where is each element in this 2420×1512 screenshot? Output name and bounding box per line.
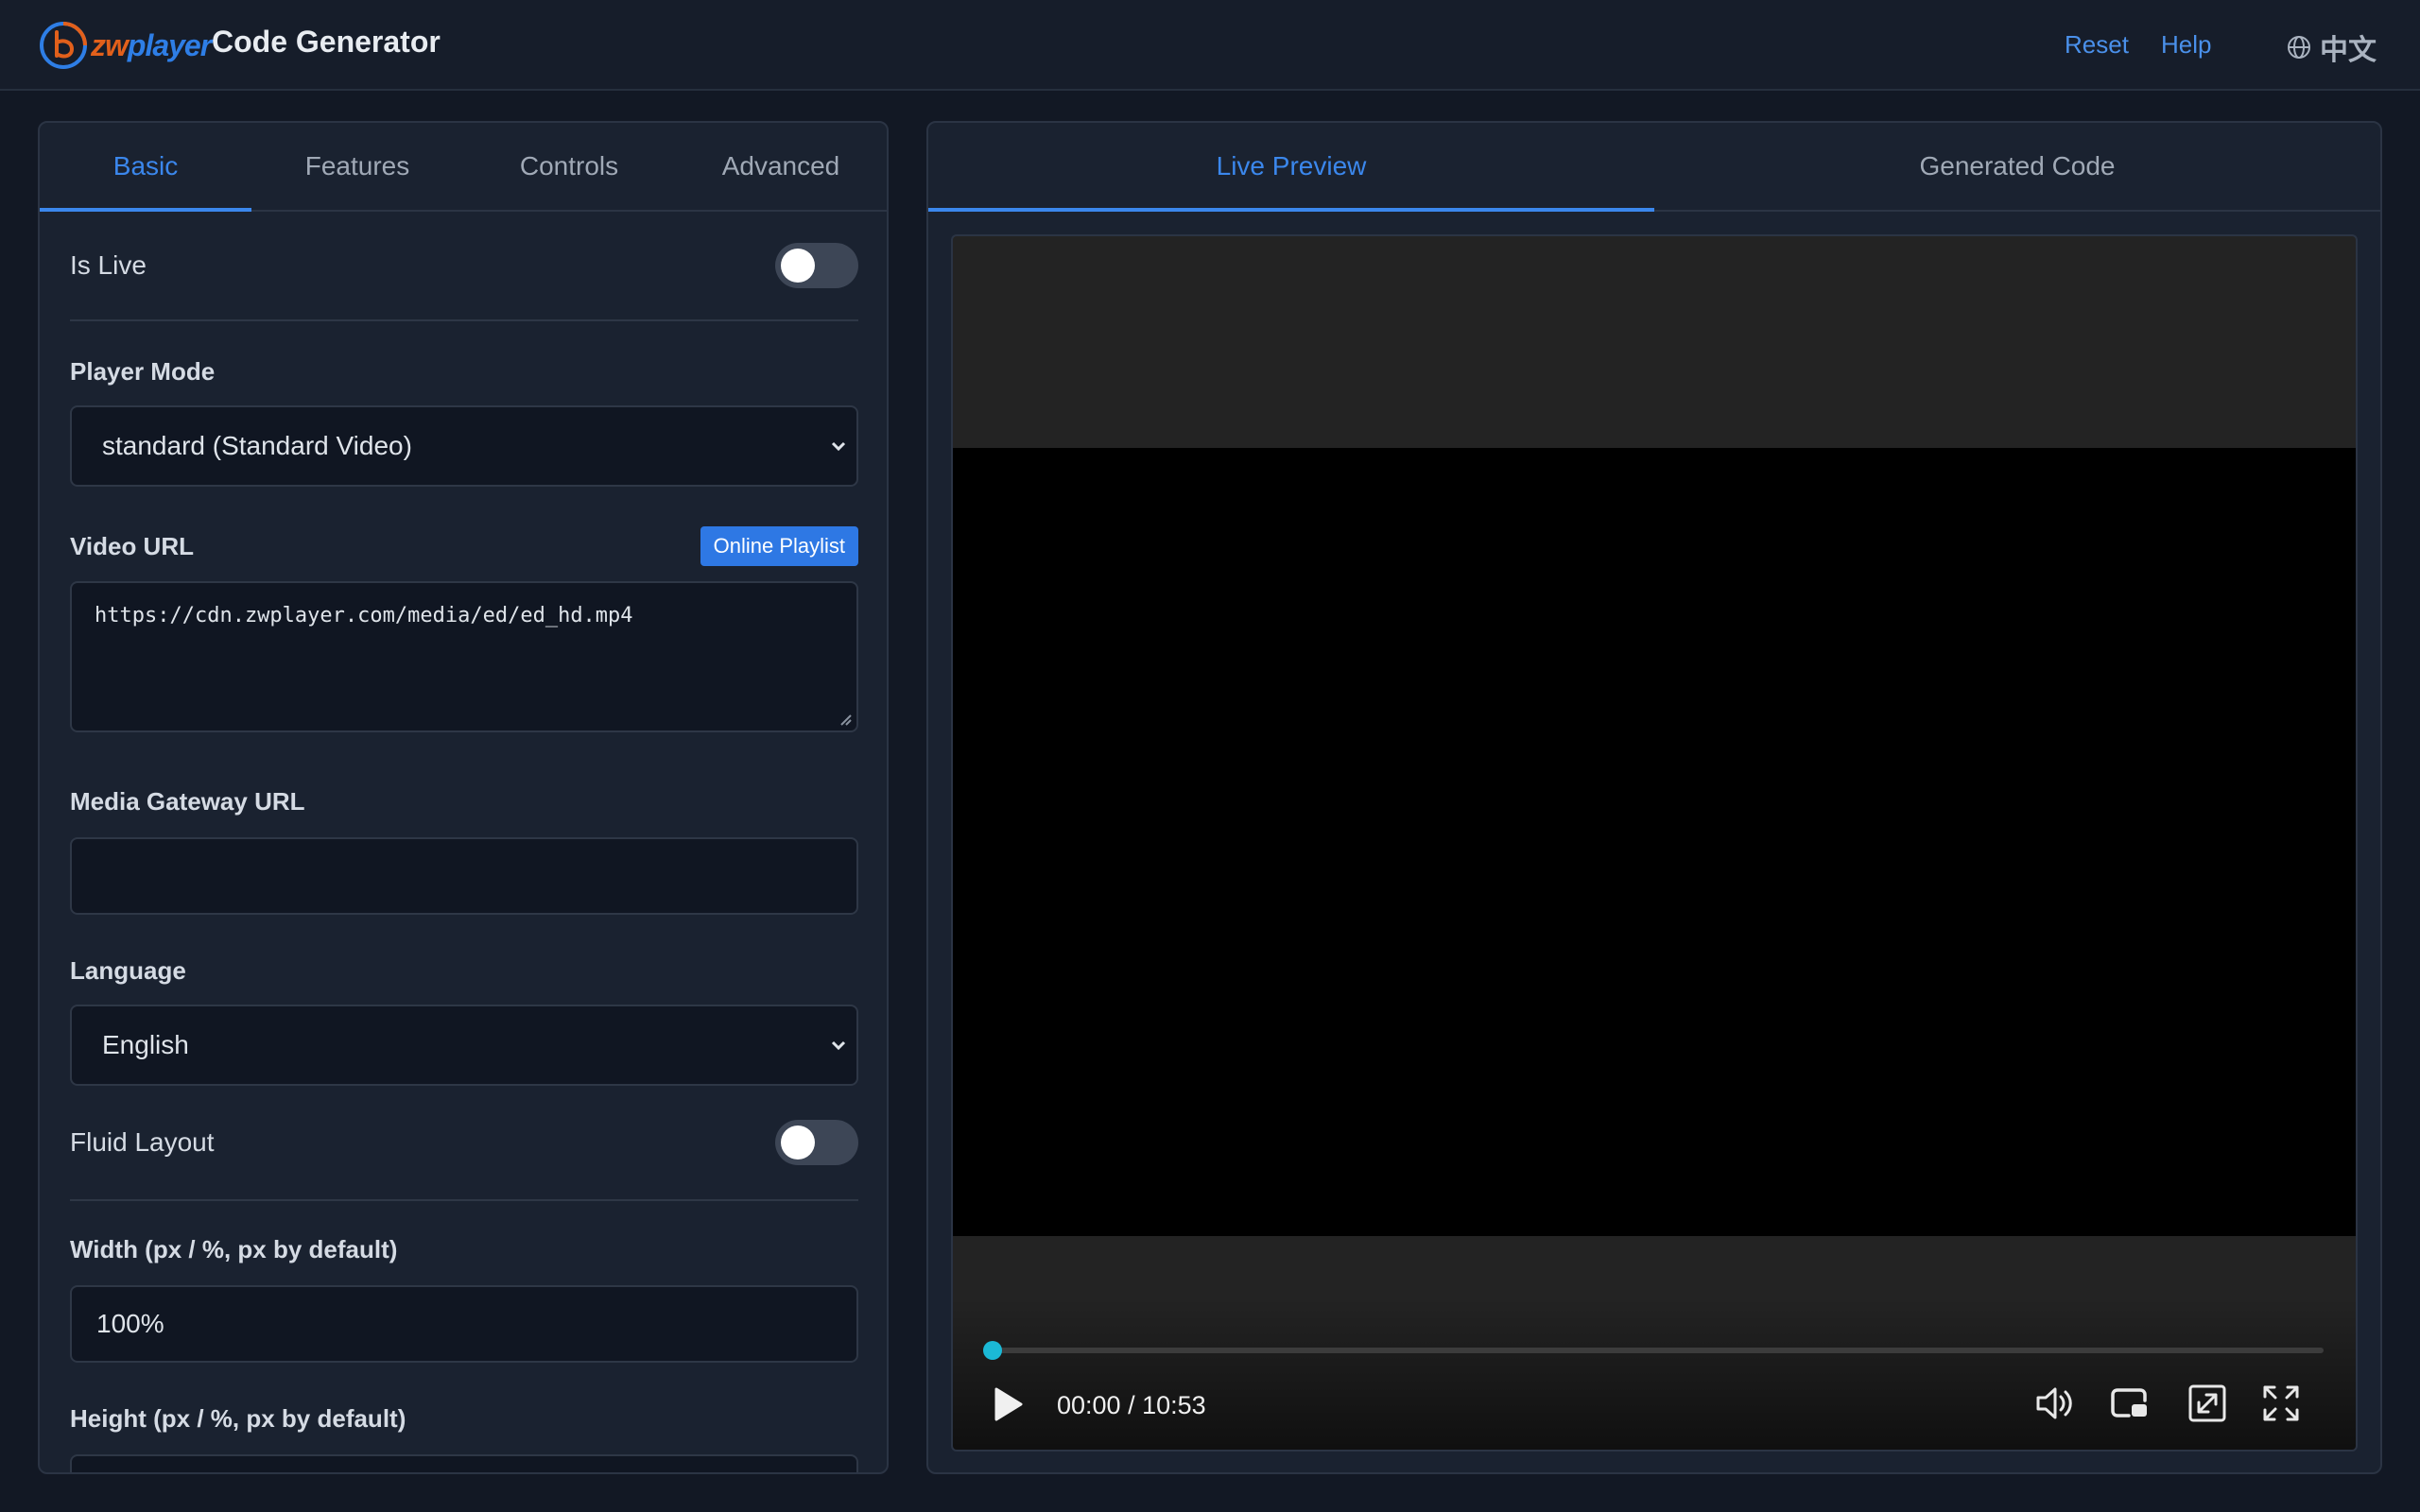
language-label: Language xyxy=(70,956,186,985)
language-switch[interactable]: 中文 xyxy=(2286,26,2377,68)
controls-gradient xyxy=(953,1298,2356,1450)
language-value: English xyxy=(102,1030,189,1059)
player-mode-value: standard (Standard Video) xyxy=(102,431,412,460)
tab-live-preview[interactable]: Live Preview xyxy=(928,123,1654,212)
height-input[interactable] xyxy=(70,1454,858,1472)
is-live-toggle[interactable] xyxy=(775,243,858,288)
chevron-down-icon xyxy=(831,1040,846,1051)
is-live-label: Is Live xyxy=(70,250,147,280)
online-playlist-button[interactable]: Online Playlist xyxy=(700,526,858,566)
config-panel: Basic Features Controls Advanced Is Live… xyxy=(38,121,889,1474)
width-value: 100% xyxy=(96,1309,164,1338)
video-url-label: Video URL xyxy=(70,531,194,560)
preview-panel: Live Preview Generated Code 00:00 / 10:5… xyxy=(926,121,2382,1474)
media-gateway-group: Media Gateway URL xyxy=(70,787,858,915)
fluid-layout-row: Fluid Layout xyxy=(70,1086,858,1201)
page-title: Code Generator xyxy=(212,25,441,59)
language-select[interactable]: English xyxy=(70,1005,858,1086)
tab-features[interactable]: Features xyxy=(251,123,463,210)
logo-wordmark: zwplayer xyxy=(91,27,212,62)
basic-form: Is Live Player Mode standard (Standard V… xyxy=(70,212,858,1472)
picture-in-picture-icon[interactable] xyxy=(2108,1382,2152,1425)
config-tabs: Basic Features Controls Advanced xyxy=(40,123,887,212)
language-switch-label: 中文 xyxy=(2320,35,2377,66)
video-url-value: https://cdn.zwplayer.com/media/ed/ed_hd.… xyxy=(95,604,633,627)
language-group: Language English xyxy=(70,956,858,1086)
player-mode-select[interactable]: standard (Standard Video) xyxy=(70,405,858,487)
tab-basic[interactable]: Basic xyxy=(40,123,251,212)
play-icon[interactable] xyxy=(989,1383,1027,1425)
preview-tabs: Live Preview Generated Code xyxy=(928,123,2380,212)
width-input[interactable]: 100% xyxy=(70,1285,858,1363)
tab-generated-code[interactable]: Generated Code xyxy=(1654,123,2380,210)
help-link[interactable]: Help xyxy=(2161,30,2211,60)
progress-handle[interactable] xyxy=(983,1341,1002,1360)
toggle-knob xyxy=(781,1125,815,1160)
height-group: Height (px / %, px by default) xyxy=(70,1404,858,1472)
reset-link[interactable]: Reset xyxy=(2065,30,2129,60)
tab-advanced[interactable]: Advanced xyxy=(675,123,887,210)
fullscreen-icon[interactable] xyxy=(2259,1382,2303,1425)
zwplayer-logo[interactable]: zwplayer xyxy=(38,19,212,72)
toggle-knob xyxy=(781,249,815,283)
fluid-layout-toggle[interactable] xyxy=(775,1120,858,1165)
media-gateway-input[interactable] xyxy=(70,837,858,915)
video-surface[interactable] xyxy=(953,448,2356,1236)
player-mode-label: Player Mode xyxy=(70,357,216,386)
play-logo-icon xyxy=(40,22,87,69)
video-player[interactable]: 00:00 / 10:53 xyxy=(951,234,2358,1452)
width-label: Width (px / %, px by default) xyxy=(70,1235,398,1263)
video-url-input[interactable]: https://cdn.zwplayer.com/media/ed/ed_hd.… xyxy=(70,581,858,732)
height-label: Height (px / %, px by default) xyxy=(70,1404,406,1433)
fluid-layout-label: Fluid Layout xyxy=(70,1127,215,1157)
chevron-down-icon xyxy=(831,441,846,452)
volume-icon[interactable] xyxy=(2032,1382,2076,1425)
player-mode-group: Player Mode standard (Standard Video) xyxy=(70,357,858,487)
app-header: zwplayer Code Generator Reset Help 中文 xyxy=(0,0,2420,91)
video-url-group: Video URL Online Playlist https://cdn.zw… xyxy=(70,526,858,732)
is-live-row: Is Live xyxy=(70,212,858,321)
globe-icon xyxy=(2288,36,2310,59)
width-group: Width (px / %, px by default) 100% xyxy=(70,1235,858,1363)
web-fullscreen-icon[interactable] xyxy=(2186,1382,2229,1425)
progress-bar[interactable] xyxy=(983,1341,2324,1360)
resize-grip-icon[interactable] xyxy=(838,712,853,727)
tab-controls[interactable]: Controls xyxy=(463,123,675,210)
media-gateway-label: Media Gateway URL xyxy=(70,787,305,816)
time-display: 00:00 / 10:53 xyxy=(1057,1391,1206,1419)
